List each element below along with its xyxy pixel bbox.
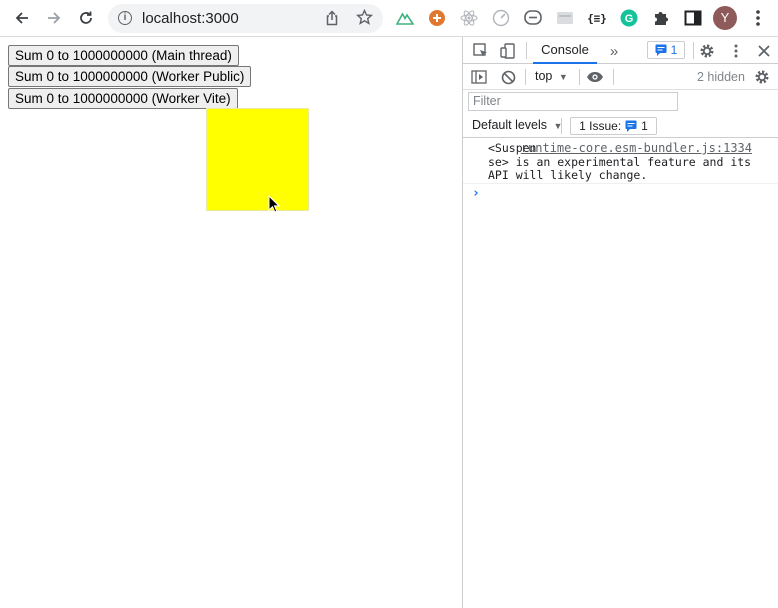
devtools-panel: Console » 1 top ▼ 2 hidden Filter Defaul… [462,37,778,608]
more-tabs-chevron-icon[interactable]: » [605,41,623,61]
reload-icon[interactable] [74,7,98,29]
issues-pill-count: 1 [641,119,648,133]
mouse-cursor-icon [268,194,281,218]
tabbar-divider [526,42,527,59]
live-expression-eye-icon[interactable] [585,68,605,86]
grammarly-icon[interactable]: G [619,8,639,28]
yellow-box [206,108,309,211]
console-settings-gear-icon[interactable] [753,68,771,86]
levels-divider [561,118,562,134]
sum-main-thread-button[interactable]: Sum 0 to 1000000000 (Main thread) [8,45,239,66]
log-levels-dropdown[interactable]: Default levels ▼ [472,117,562,135]
sum-worker-vite-button[interactable]: Sum 0 to 1000000000 (Worker Vite) [8,88,238,109]
browser-toolbar: i localhost:3000 {≡} G Y [0,0,778,37]
address-url[interactable]: localhost:3000 [142,10,239,27]
context-selector[interactable]: top ▼ [535,68,568,86]
message-line: API will likely change. [488,168,648,182]
hidden-messages-count: 2 hidden [697,70,745,84]
issues-pill-label: 1 Issue: [579,119,622,133]
orange-extension-icon[interactable] [427,8,447,28]
toolbar-divider-3 [613,69,614,85]
address-bar[interactable]: i localhost:3000 [108,4,383,33]
share-icon[interactable] [324,10,340,31]
context-selector-value: top [535,69,553,83]
close-devtools-icon[interactable] [754,41,774,61]
console-message: runtime-core.esm-bundler.js:1334 <Suspen… [463,138,778,184]
profile-avatar[interactable]: Y [713,6,737,30]
toolbar-divider-2 [579,69,580,85]
tabbar-divider-2 [693,42,694,59]
forward-arrow-icon[interactable] [42,7,66,29]
page-viewport: Sum 0 to 1000000000 (Main thread) Sum 0 … [0,37,462,608]
devtools-menu-icon[interactable] [726,41,746,61]
filter-row: Filter [463,90,778,114]
console-prompt-chevron-icon[interactable]: › [472,186,480,201]
side-panel-icon[interactable] [683,8,703,28]
gray-extension-icon[interactable] [555,8,575,28]
clear-console-icon[interactable] [499,68,517,86]
sum-worker-public-button[interactable]: Sum 0 to 1000000000 (Worker Public) [8,66,252,87]
chrome-menu-icon[interactable] [748,8,768,28]
chat-extension-icon[interactable] [523,8,543,28]
extensions-puzzle-icon[interactable] [651,8,671,28]
levels-row: Default levels ▼ 1 Issue: 1 [463,114,778,138]
issues-badge-count: 1 [670,43,678,57]
tab-console[interactable]: Console [533,37,597,64]
react-devtools-icon[interactable] [459,8,479,28]
filter-input[interactable]: Filter [468,92,678,111]
devtools-tabbar: Console » 1 [463,37,778,64]
inspect-element-icon[interactable] [471,41,491,61]
nuxt-extension-icon[interactable] [395,8,415,28]
svg-text:G: G [625,13,634,25]
toolbar-divider [525,69,526,85]
back-arrow-icon[interactable] [10,7,34,29]
context-dropdown-icon: ▼ [558,72,568,82]
site-info-icon[interactable]: i [118,11,132,25]
console-toolbar: top ▼ 2 hidden [463,64,778,90]
settings-gear-icon[interactable] [697,41,717,61]
log-levels-label: Default levels [472,118,548,132]
json-extension-icon[interactable]: {≡} [587,8,607,28]
issue-message-icon [625,120,637,132]
message-icon [655,44,667,56]
bookmark-star-icon[interactable] [356,8,373,31]
message-line: <Suspen [488,141,537,155]
profiler-extension-icon[interactable] [491,8,511,28]
device-toolbar-icon[interactable] [498,41,518,61]
message-line: se> is an experimental feature and its [488,154,752,169]
show-sidebar-icon[interactable] [470,68,488,86]
issues-pill[interactable]: 1 Issue: 1 [570,117,657,135]
issues-badge[interactable]: 1 [647,41,685,59]
message-text: <Suspen se> is an experimental feature a… [488,141,758,183]
